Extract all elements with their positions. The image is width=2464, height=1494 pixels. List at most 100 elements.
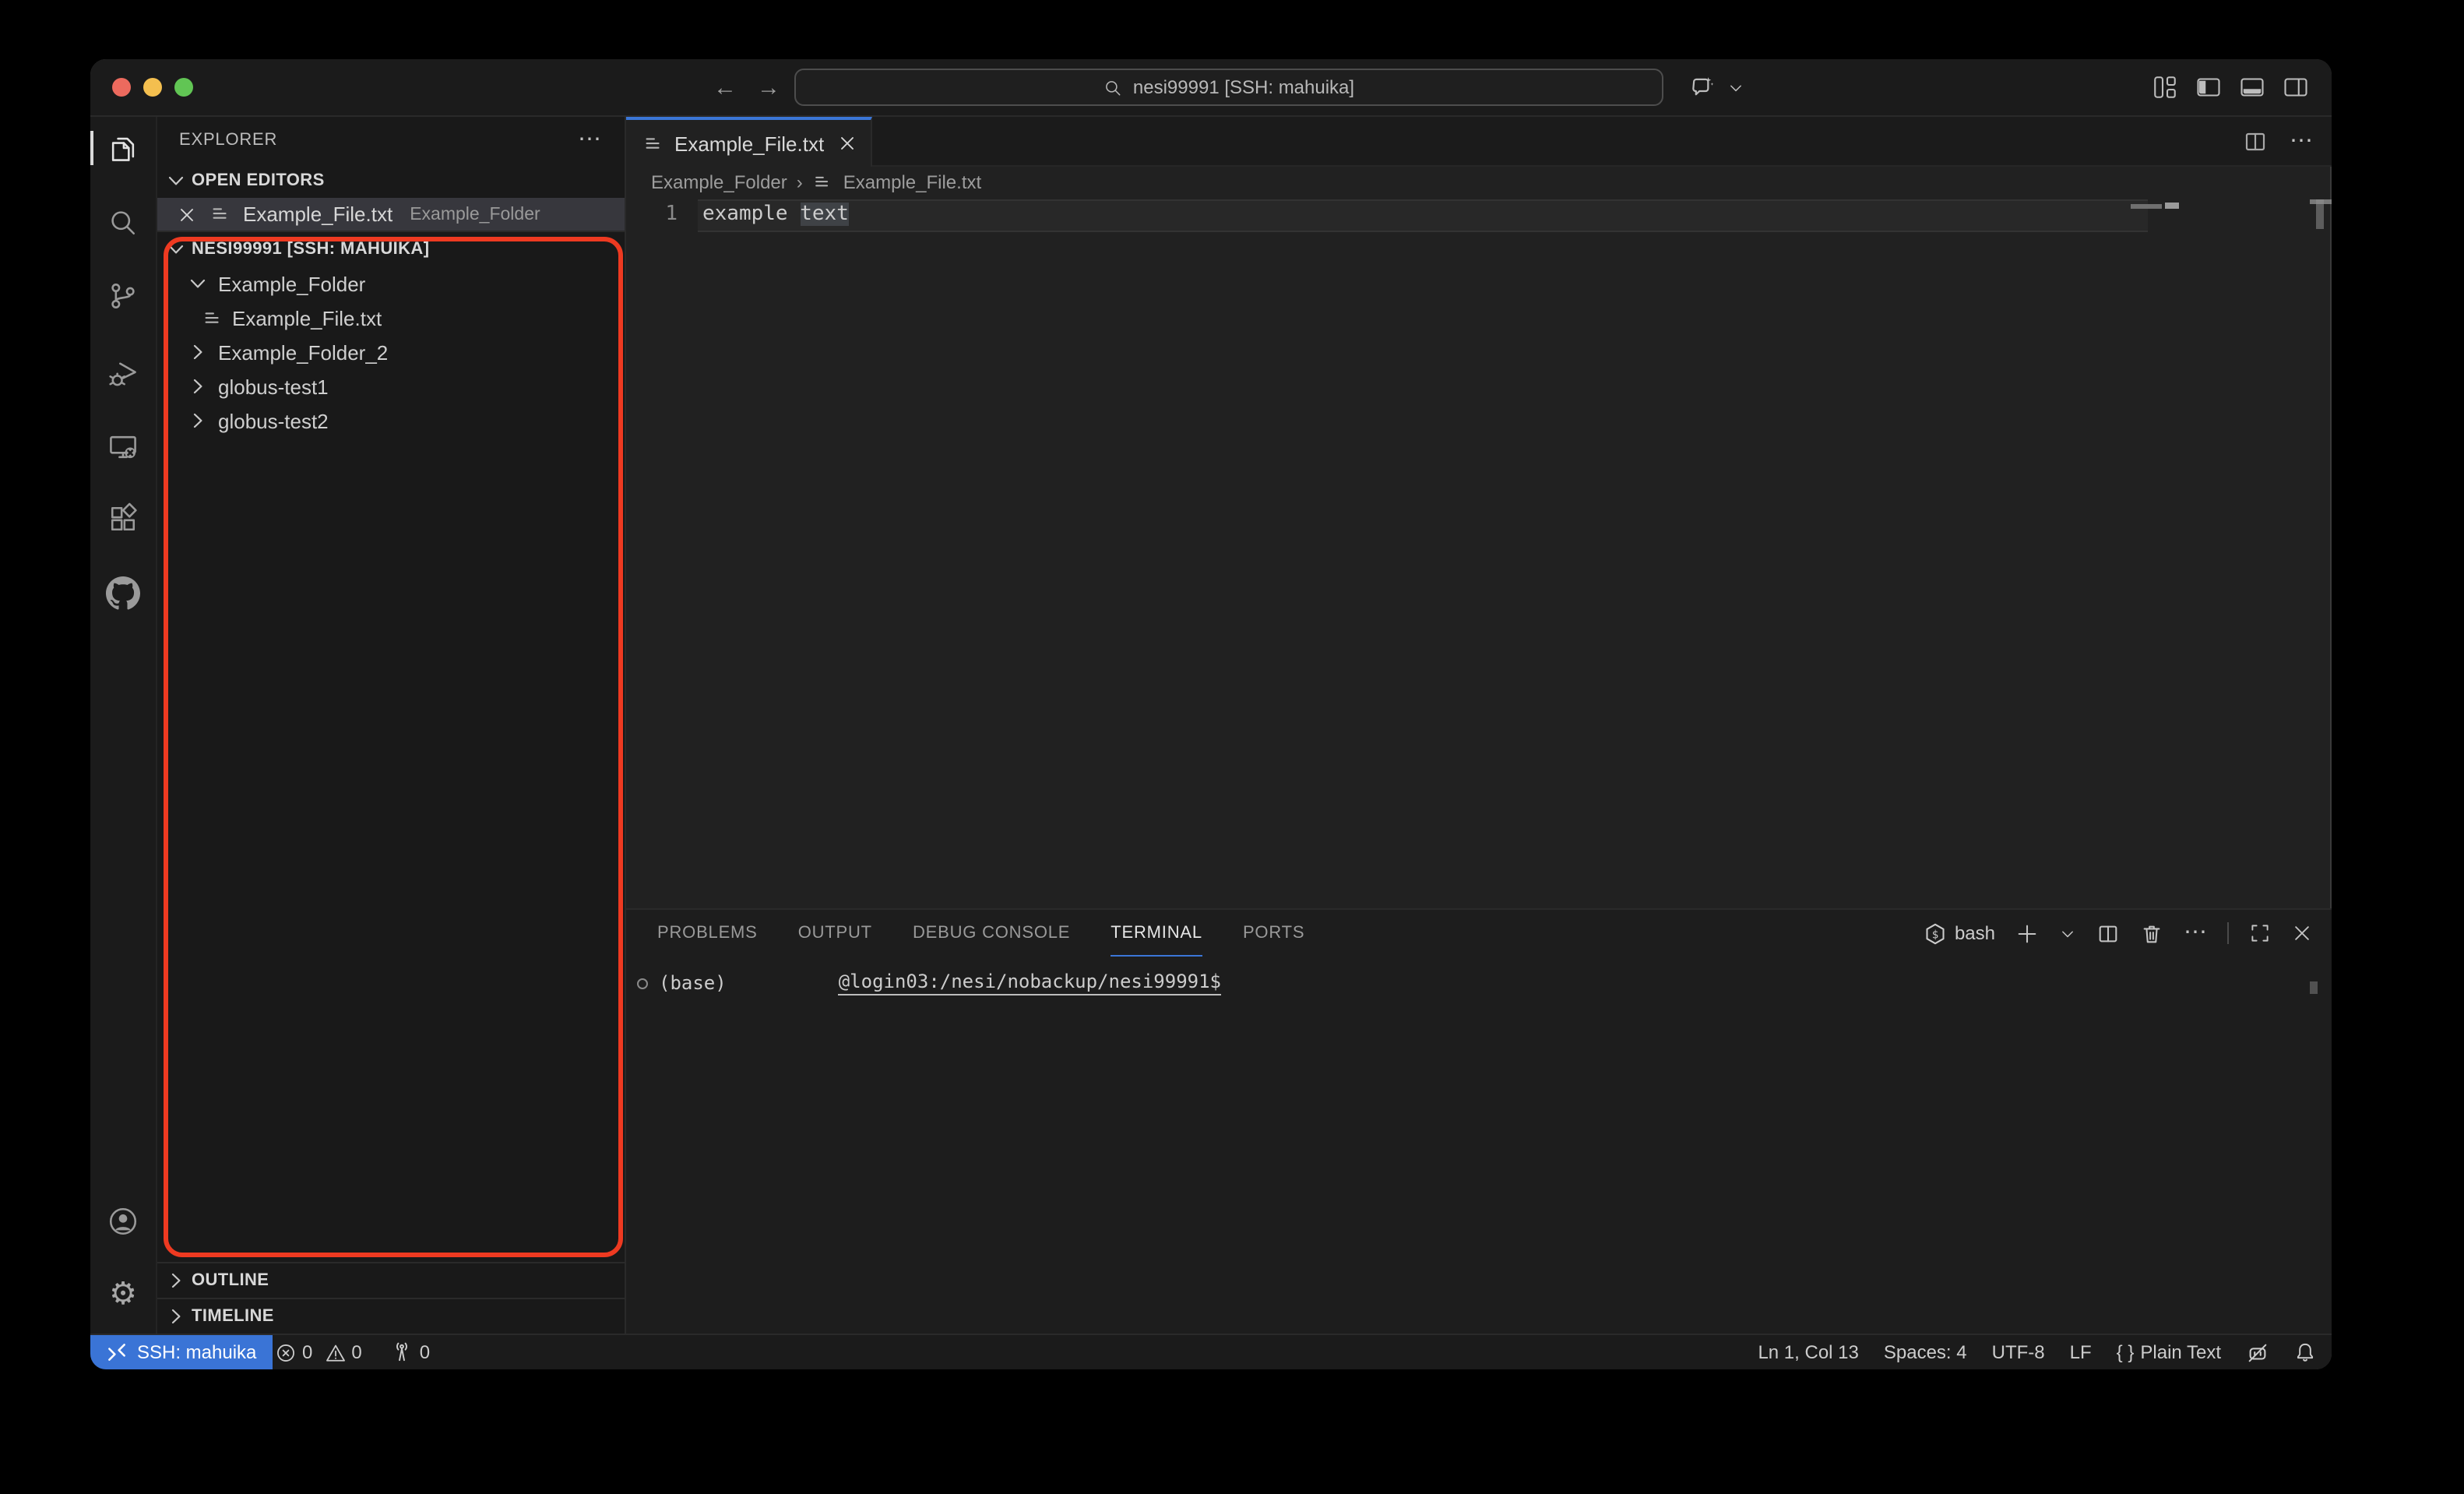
tree-item-folder[interactable]: Example_Folder (157, 266, 625, 301)
explorer-actions-icon[interactable]: ⋯ (578, 132, 603, 148)
new-terminal-icon[interactable] (2015, 921, 2039, 945)
github-view-icon[interactable] (104, 575, 142, 612)
tab-label: Example_File.txt (674, 132, 827, 155)
panel-tab-problems[interactable]: PROBLEMS (657, 910, 758, 957)
selected-text: text (800, 203, 849, 226)
notifications-bell-icon[interactable] (2294, 1341, 2316, 1363)
minimize-window-button[interactable] (143, 78, 162, 97)
panel-tab-debug-console[interactable]: DEBUG CONSOLE (913, 910, 1070, 957)
toggle-secondary-sidebar-icon[interactable] (2282, 73, 2310, 101)
editor-actions-icon[interactable]: ⋯ (2290, 134, 2313, 150)
terminal-env-label: (base) (659, 972, 727, 994)
activity-bar: ⚙ (90, 117, 157, 1334)
chevron-down-icon (185, 271, 210, 296)
breadcrumb-file[interactable]: Example_File.txt (843, 171, 981, 193)
chevron-down-icon (164, 168, 188, 193)
chevron-down-icon[interactable] (2059, 925, 2076, 942)
open-editors-header[interactable]: OPEN EDITORS (157, 164, 625, 198)
open-editor-folder-label: Example_Folder (410, 205, 540, 224)
open-editor-item[interactable]: Example_File.txt Example_Folder (157, 198, 625, 232)
svg-text:$: $ (1932, 928, 1938, 941)
tree-item-file[interactable]: Example_File.txt (157, 301, 625, 335)
command-center-search[interactable]: nesi99991 [SSH: mahuika] (794, 69, 1663, 106)
outline-section-header[interactable]: OUTLINE (157, 1262, 625, 1298)
eol-status[interactable]: LF (2070, 1341, 2092, 1363)
panel-tab-output[interactable]: OUTPUT (798, 910, 872, 957)
problems-status[interactable]: 0 0 (276, 1341, 362, 1363)
customize-layout-icon[interactable] (2151, 73, 2179, 101)
search-view-icon[interactable] (104, 204, 142, 241)
error-icon (276, 1342, 296, 1362)
language-mode-status[interactable]: { } Plain Text (2117, 1341, 2221, 1363)
tab-example-file[interactable]: Example_File.txt (626, 117, 872, 167)
toggle-panel-icon[interactable] (2238, 73, 2266, 101)
ports-status[interactable]: 0 (392, 1341, 430, 1363)
tree-item-folder[interactable]: globus-test1 (157, 369, 625, 403)
screen: ← → nesi99991 [SSH: mahuika] (0, 0, 2464, 1494)
cursor-position-status[interactable]: Ln 1, Col 13 (1758, 1341, 1858, 1363)
chevron-right-icon (185, 408, 210, 433)
account-icon[interactable] (104, 1203, 142, 1240)
git-branch-icon (106, 279, 140, 313)
bottom-panel: PROBLEMS OUTPUT DEBUG CONSOLE TERMINAL P… (626, 908, 2332, 1334)
toggle-primary-sidebar-icon[interactable] (2195, 73, 2223, 101)
editor-tab-bar: Example_File.txt ⋯ (626, 117, 2332, 167)
timeline-section-header[interactable]: TIMELINE (157, 1298, 625, 1334)
close-panel-icon[interactable] (2291, 922, 2313, 944)
source-control-view-icon[interactable] (104, 277, 142, 315)
chevron-down-icon (1727, 79, 1744, 96)
kill-terminal-trash-icon[interactable] (2140, 921, 2163, 945)
close-icon[interactable] (176, 203, 198, 225)
remote-indicator-icon (106, 1341, 128, 1363)
navigate-forward-icon[interactable]: → (757, 74, 780, 100)
chevron-right-icon (185, 374, 210, 399)
minimap[interactable] (2131, 203, 2179, 209)
close-tab-icon[interactable] (836, 132, 858, 154)
terminal-shell-selector[interactable]: $ bash (1924, 921, 1995, 945)
braces-icon: { } (2117, 1341, 2135, 1363)
github-icon (106, 576, 140, 611)
copilot-disabled-icon[interactable] (2246, 1341, 2269, 1364)
terminal-scrollbar-thumb[interactable] (2310, 981, 2318, 994)
remote-status-badge[interactable]: SSH: mahuika (90, 1335, 272, 1369)
navigate-back-icon[interactable]: ← (713, 74, 737, 100)
split-editor-icon[interactable] (2243, 129, 2268, 154)
editor-content[interactable]: 1 example text (626, 198, 2332, 908)
remote-explorer-icon (106, 430, 140, 464)
sidebar-title: EXPLORER (179, 131, 277, 150)
run-debug-view-icon[interactable] (104, 355, 142, 393)
bash-icon: $ (1924, 921, 1947, 945)
tree-item-folder[interactable]: Example_Folder_2 (157, 335, 625, 369)
file-icon (812, 171, 834, 193)
panel-tab-terminal[interactable]: TERMINAL (1111, 910, 1202, 957)
editor-scrollbar-thumb[interactable] (2316, 199, 2324, 229)
settings-gear-icon[interactable]: ⚙ (104, 1276, 142, 1313)
chevron-right-icon (185, 340, 210, 365)
split-terminal-icon[interactable] (2096, 921, 2120, 945)
explorer-view-icon[interactable] (104, 129, 142, 167)
line-number: 1 (626, 201, 678, 229)
tree-item-folder[interactable]: globus-test2 (157, 403, 625, 438)
status-bar: SSH: mahuika 0 0 (90, 1334, 2332, 1369)
workspace-section-header[interactable]: NESI99991 [SSH: MAHUIKA] (157, 232, 625, 266)
remote-explorer-view-icon[interactable] (104, 428, 142, 466)
shell-label: bash (1955, 922, 1995, 944)
search-icon (106, 206, 140, 240)
encoding-status[interactable]: UTF-8 (1992, 1341, 2045, 1363)
copilot-chat-button[interactable] (1688, 59, 1744, 115)
file-icon (201, 306, 224, 329)
panel-more-actions-icon[interactable]: ⋯ (2184, 925, 2207, 941)
file-icon (209, 203, 232, 226)
close-window-button[interactable] (112, 78, 131, 97)
extensions-view-icon[interactable] (104, 500, 142, 537)
breadcrumb-folder[interactable]: Example_Folder (651, 171, 787, 193)
chevron-down-icon (164, 237, 188, 262)
macos-window-controls (112, 78, 193, 97)
terminal-view[interactable]: (base) @login03:/nesi/nobackup/nesi99991… (626, 957, 2332, 1334)
panel-tab-ports[interactable]: PORTS (1243, 910, 1304, 957)
maximize-panel-icon[interactable] (2249, 922, 2271, 944)
indentation-status[interactable]: Spaces: 4 (1884, 1341, 1967, 1363)
zoom-window-button[interactable] (174, 78, 193, 97)
debug-play-bug-icon (106, 357, 140, 391)
terminal-env-circle-icon (637, 978, 648, 988)
